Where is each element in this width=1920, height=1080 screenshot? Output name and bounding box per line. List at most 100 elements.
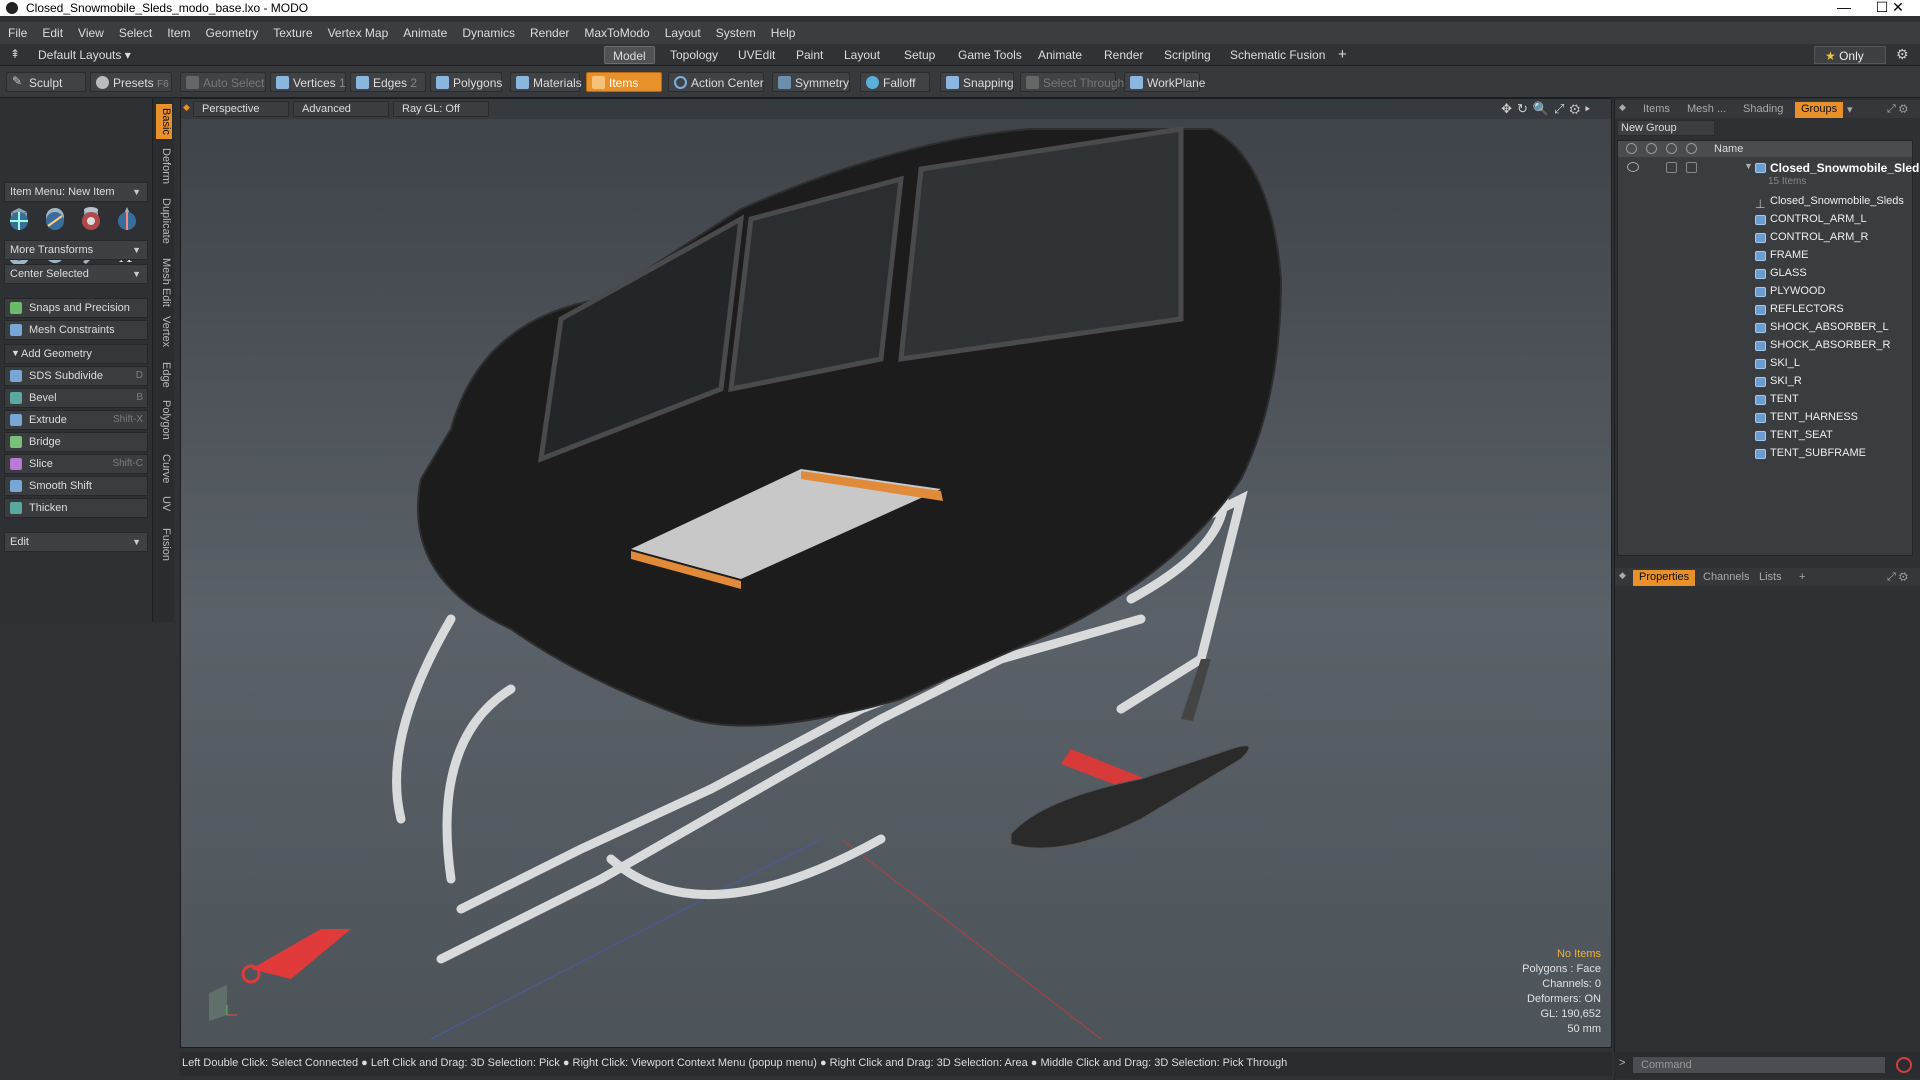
tab-deform[interactable]: Deform <box>156 148 172 184</box>
lock-checkbox[interactable] <box>1666 162 1677 173</box>
3d-viewport[interactable]: ◆ Perspective Advanced Ray GL: Off ✥↻🔍⤢⚙… <box>180 98 1612 1048</box>
tab-lists[interactable]: Lists <box>1753 570 1788 586</box>
edges-button[interactable]: Edges 2 <box>350 72 426 92</box>
menu-maxtomodo[interactable]: MaxToModo <box>576 22 656 40</box>
tab-layout[interactable]: Layout <box>836 46 888 64</box>
tab-uv[interactable]: UV <box>156 496 172 511</box>
list-item[interactable]: SKI_R <box>1618 373 1912 391</box>
rotate-tool-icon[interactable] <box>42 208 68 234</box>
tab-uvedit[interactable]: UVEdit <box>730 46 783 64</box>
tab-fusion[interactable]: Fusion <box>156 528 172 561</box>
tab-edge[interactable]: Edge <box>156 362 172 388</box>
workplane-button[interactable]: WorkPlane <box>1124 72 1205 92</box>
minimize-button[interactable]: — <box>1824 0 1864 15</box>
bridge-button[interactable]: Bridge <box>4 432 148 452</box>
menu-file[interactable]: File <box>0 22 34 40</box>
materials-button[interactable]: Materials <box>510 72 582 92</box>
scale-tool-icon[interactable] <box>78 208 104 234</box>
tab-animate[interactable]: Animate <box>1030 46 1090 64</box>
tab-scripting[interactable]: Scripting <box>1156 46 1219 64</box>
menu-system[interactable]: System <box>708 22 763 40</box>
select-through-button[interactable]: Select Through <box>1020 72 1124 92</box>
list-item[interactable]: REFLECTORS <box>1618 301 1912 319</box>
mesh-constraints-button[interactable]: Mesh Constraints <box>4 320 148 340</box>
add-geometry-header[interactable]: ▼ Add Geometry <box>4 344 148 364</box>
list-item[interactable]: TENT_SEAT <box>1618 427 1912 445</box>
tab-model[interactable]: Model <box>604 46 655 64</box>
expand-panel-icon[interactable]: ⤢ ⚙ <box>1881 102 1914 118</box>
tab-groups[interactable]: Groups <box>1795 102 1844 118</box>
move-tool-icon[interactable] <box>6 208 32 234</box>
list-item[interactable]: CONTROL_ARM_L <box>1618 211 1912 229</box>
visibility-eye-icon[interactable] <box>1627 162 1639 172</box>
menu-vertex-map[interactable]: Vertex Map <box>320 22 396 40</box>
list-item[interactable]: SKI_L <box>1618 355 1912 373</box>
menu-texture[interactable]: Texture <box>265 22 319 40</box>
menu-geometry[interactable]: Geometry <box>198 22 266 40</box>
list-item[interactable]: ⊥ Closed_Snowmobile_Sleds <box>1618 193 1912 211</box>
list-item[interactable]: TENT_SUBFRAME <box>1618 445 1912 463</box>
menu-edit[interactable]: Edit <box>34 22 70 40</box>
tab-properties[interactable]: Properties <box>1633 570 1696 586</box>
smooth-shift-button[interactable]: Smooth Shift <box>4 476 148 496</box>
menu-view[interactable]: View <box>70 22 111 40</box>
menu-item[interactable]: Item <box>159 22 197 40</box>
more-transforms-dropdown[interactable]: More Transforms ▼ <box>4 240 148 260</box>
slice-button[interactable]: Slice Shift-C <box>4 454 148 474</box>
tab-mesh-edit[interactable]: Mesh Edit <box>156 258 172 307</box>
menu-help[interactable]: Help <box>763 22 803 40</box>
lock-column-icon[interactable] <box>1666 143 1677 154</box>
tab-basic[interactable]: Basic <box>156 104 172 139</box>
menu-layout[interactable]: Layout <box>657 22 708 40</box>
tab-mesh[interactable]: Mesh ... <box>1681 102 1732 118</box>
add-layout-tab-icon[interactable]: + <box>1330 44 1355 63</box>
tab-vertex[interactable]: Vertex <box>156 316 172 347</box>
tab-schematic-fusion[interactable]: Schematic Fusion <box>1222 46 1333 64</box>
list-item[interactable]: FRAME <box>1618 247 1912 265</box>
list-item[interactable]: SHOCK_ABSORBER_L <box>1618 319 1912 337</box>
menu-select[interactable]: Select <box>111 22 159 40</box>
expand-panel-icon[interactable]: ⤢ ⚙ <box>1881 570 1914 586</box>
select-checkbox[interactable] <box>1686 162 1697 173</box>
tabs-menu-icon[interactable]: ▾ <box>1841 102 1859 118</box>
tab-topology[interactable]: Topology <box>662 46 726 64</box>
new-group-button[interactable]: New Group <box>1617 120 1715 136</box>
action-center-button[interactable]: Action Center <box>668 72 764 92</box>
layout-pin-icon[interactable]: ⇞ <box>10 47 20 61</box>
menu-render[interactable]: Render <box>522 22 576 40</box>
raygl-dropdown[interactable]: Ray GL: Off <box>393 101 489 117</box>
tab-duplicate[interactable]: Duplicate <box>156 198 172 244</box>
close-button[interactable]: ✕ <box>1878 0 1918 16</box>
only-toggle[interactable]: ★ Only <box>1814 46 1886 64</box>
tab-curve[interactable]: Curve <box>156 454 172 483</box>
thicken-button[interactable]: Thicken <box>4 498 148 518</box>
render-column-icon[interactable] <box>1646 143 1657 154</box>
list-item[interactable]: SHOCK_ABSORBER_R <box>1618 337 1912 355</box>
record-macro-icon[interactable] <box>1896 1057 1912 1073</box>
falloff-button[interactable]: Falloff <box>860 72 930 92</box>
tab-items[interactable]: Items <box>1637 102 1676 118</box>
tab-setup[interactable]: Setup <box>896 46 943 64</box>
command-history-icon[interactable]: > <box>1619 1057 1625 1069</box>
sculpt-button[interactable]: ✎ Sculpt <box>6 72 86 92</box>
menu-dynamics[interactable]: Dynamics <box>454 22 522 40</box>
select-column-icon[interactable] <box>1686 143 1697 154</box>
items-button[interactable]: Items <box>586 72 662 92</box>
extrude-button[interactable]: Extrude Shift-X <box>4 410 148 430</box>
bevel-button[interactable]: Bevel B <box>4 388 148 408</box>
auto-select-button[interactable]: Auto Select <box>180 72 266 92</box>
gear-icon[interactable]: ⚙ <box>1896 46 1909 63</box>
view-dropdown[interactable]: Perspective <box>193 101 289 117</box>
symmetry-button[interactable]: Symmetry <box>772 72 850 92</box>
tab-game-tools[interactable]: Game Tools <box>950 46 1030 64</box>
list-item[interactable]: TENT_HARNESS <box>1618 409 1912 427</box>
name-column-header[interactable]: Name <box>1714 143 1743 155</box>
snapping-button[interactable]: Snapping <box>940 72 1014 92</box>
tab-paint[interactable]: Paint <box>788 46 831 64</box>
command-input[interactable]: Command <box>1632 1056 1886 1074</box>
sds-subdivide-button[interactable]: SDS Subdivide D <box>4 366 148 386</box>
panel-options-icon[interactable]: ◆ <box>1619 102 1626 113</box>
polygons-button[interactable]: Polygons <box>430 72 502 92</box>
list-item[interactable]: TENT <box>1618 391 1912 409</box>
tab-polygon[interactable]: Polygon <box>156 400 172 440</box>
